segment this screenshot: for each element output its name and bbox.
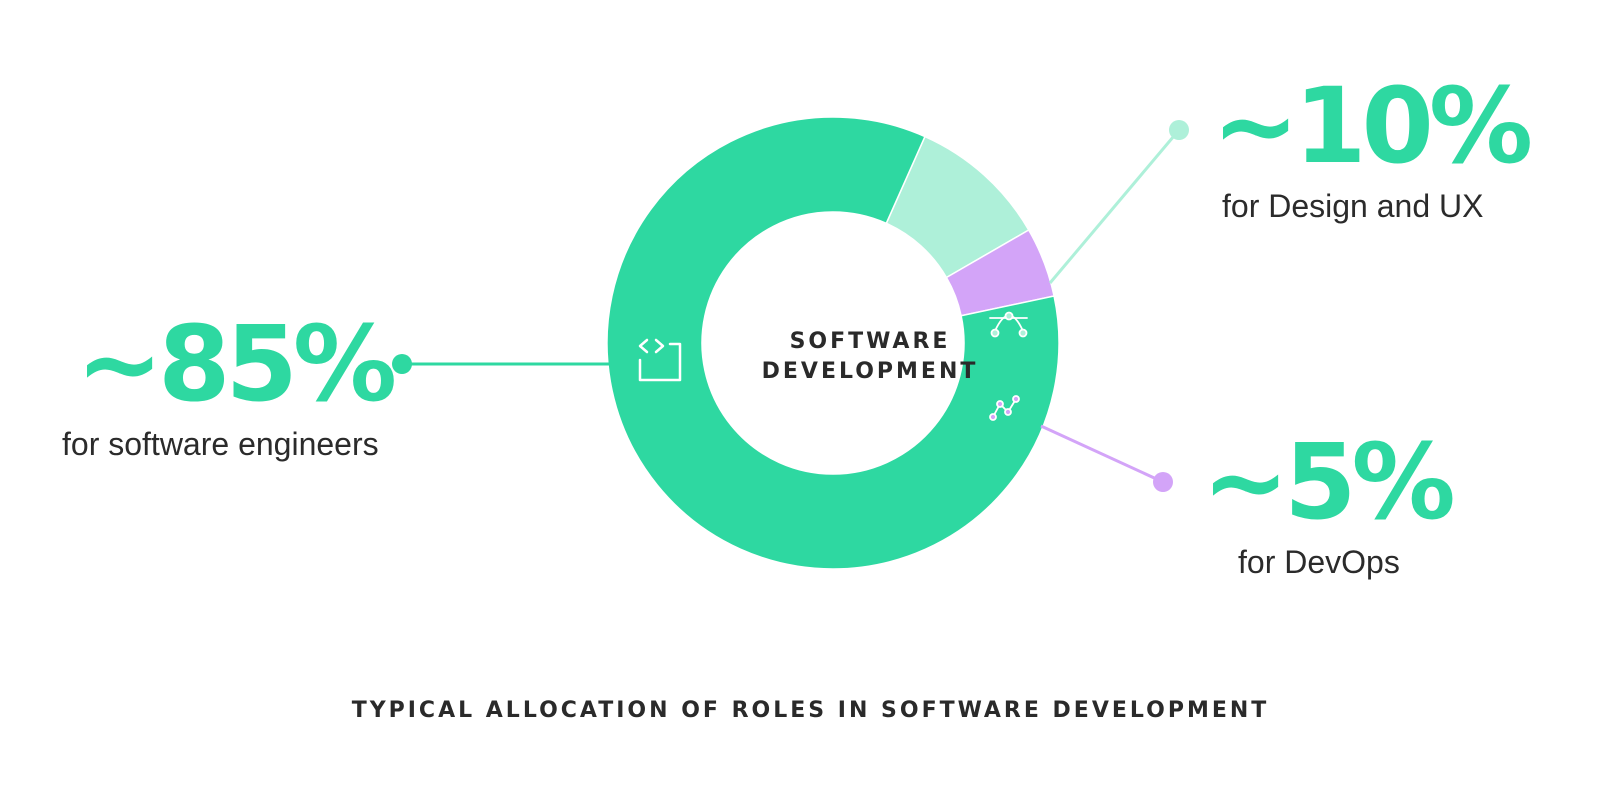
description-label-devops: for DevOps [1238, 544, 1400, 580]
leader-dot-engineers [392, 354, 412, 374]
center-label-line-1: SOFTWARE [789, 329, 951, 354]
chart-title: TYPICAL ALLOCATION OF ROLES IN SOFTWARE … [351, 698, 1270, 723]
leader-dot-devops [1153, 472, 1173, 492]
description-label-design: for Design and UX [1222, 188, 1484, 224]
description-label-engineers: for software engineers [62, 426, 379, 462]
percentage-label-devops: ~5% [1202, 421, 1456, 543]
center-label: SOFTWARE DEVELOPMENT [760, 327, 980, 387]
leader-line-design [1048, 129, 1181, 284]
leader-dot-design [1169, 120, 1189, 140]
percentage-label-design: ~10% [1212, 65, 1533, 187]
percentage-label-engineers: ~85% [76, 303, 397, 425]
allocation-chart: SOFTWARE DEVELOPMENT ~85% for software e… [0, 0, 1621, 800]
leader-line-devops [1040, 424, 1164, 484]
center-label-line-2: DEVELOPMENT [761, 359, 979, 384]
